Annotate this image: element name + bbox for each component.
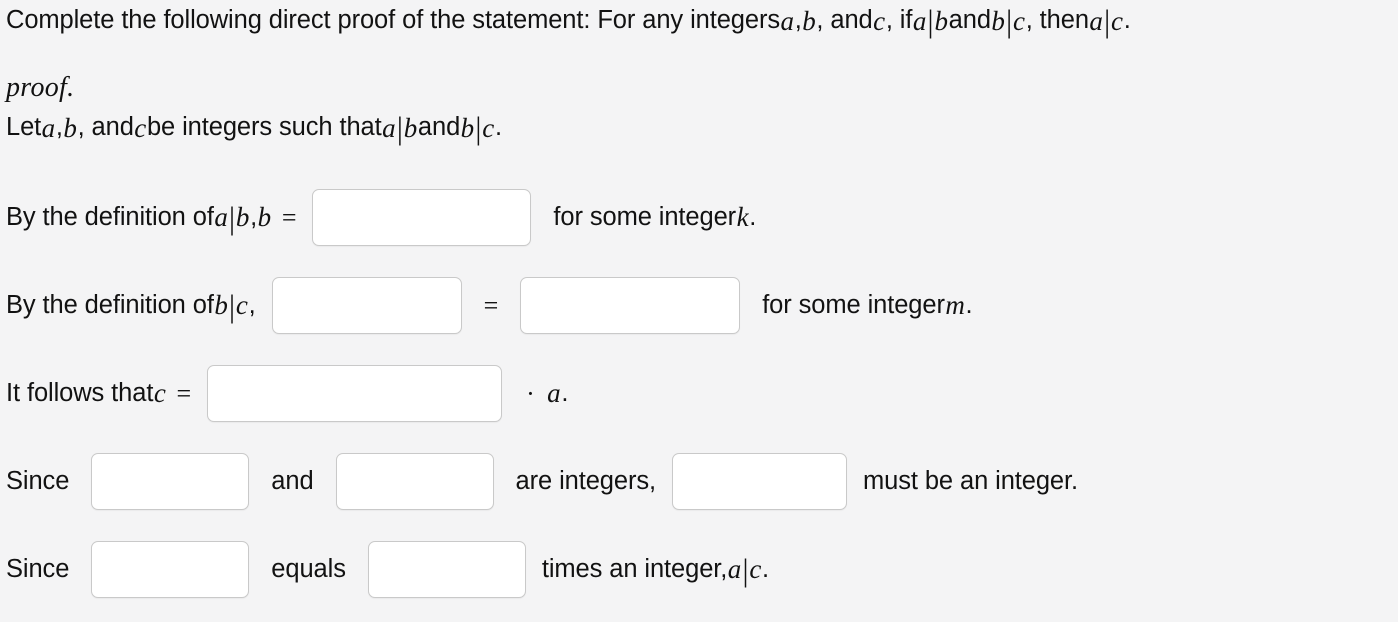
def-ab-var-b: b [235, 202, 250, 232]
since-integers-text-4: must be an integer. [863, 466, 1078, 495]
proof-heading-label: proof. [6, 72, 75, 103]
let-divides-bc-c: c [482, 112, 495, 143]
answer-blank-def-ab[interactable] [312, 189, 532, 246]
prompt-divides-bc-c: c [1013, 5, 1026, 36]
since-equals-period: . [762, 554, 770, 583]
since-equals-var-a: a [727, 554, 742, 584]
let-text-6: . [494, 113, 502, 142]
let-text-3: , and [77, 113, 134, 142]
prompt-and-text: and [948, 6, 991, 35]
answer-blank-since-equals-1[interactable] [91, 541, 250, 598]
divides-bar-icon: | [742, 552, 749, 588]
divides-bar-icon: | [396, 111, 403, 146]
let-text-5: and [417, 113, 461, 142]
let-var-a: a [41, 112, 56, 143]
let-divides-ab-a: a [382, 112, 396, 143]
def-ab-subject-b: b [257, 202, 272, 232]
proof-line-definition-bc: By the definition of b | c, = for some integ… [6, 277, 973, 334]
answer-blank-follows[interactable] [207, 365, 503, 422]
let-divides-ab-b: b [403, 112, 418, 143]
prompt-divides-ac-c: c [1111, 5, 1124, 36]
prompt-divides-ab-b: b [934, 5, 949, 36]
divides-bar-icon: | [229, 200, 235, 236]
since-equals-var-c: c [749, 554, 762, 584]
proof-line-let: Let a, b, and c be integers such that a |… [6, 111, 502, 146]
def-bc-var-c: c [235, 290, 249, 320]
divides-bar-icon: | [475, 111, 482, 146]
divides-bar-icon: | [1006, 4, 1013, 39]
def-bc-equals-sign: = [483, 290, 499, 320]
prompt-statement: Complete the following direct proof of t… [6, 4, 1131, 39]
let-var-c: c [134, 112, 147, 143]
proof-line-definition-ab: By the definition of a | b, b = for some int… [6, 189, 756, 246]
def-ab-equals-sign: = [281, 202, 297, 232]
def-bc-text-1: By the definition of [6, 290, 214, 319]
prompt-divides-bc-b: b [991, 5, 1006, 36]
def-ab-text-2: , [250, 202, 258, 231]
follows-equals-sign: = [176, 378, 192, 408]
since-equals-text-2: equals [271, 554, 346, 583]
since-equals-text-3: times an integer, [541, 554, 728, 583]
prompt-lead-text: Complete the following direct proof of t… [6, 6, 780, 35]
since-integers-text-2: and [271, 466, 314, 495]
proof-line-since-equals: Since equals times an integer, a | c. [6, 541, 769, 598]
follows-period: . [561, 378, 569, 407]
answer-blank-def-bc-right[interactable] [520, 277, 741, 334]
answer-blank-since-integers-1[interactable] [91, 453, 250, 510]
since-integers-text-3: are integers, [515, 466, 657, 495]
proof-line-since-integers: Since and are integers, must be an integer. [6, 453, 1078, 510]
let-var-b: b [63, 112, 78, 143]
def-ab-period: . [749, 202, 757, 231]
prompt-period: . [1123, 6, 1131, 35]
def-ab-text-1: By the definition of [6, 202, 214, 231]
let-divides-bc-b: b [460, 112, 475, 143]
def-bc-comma: , [248, 290, 256, 319]
def-bc-var-m: m [945, 290, 966, 320]
def-bc-text-3: for some integer [762, 290, 945, 319]
def-ab-var-k: k [736, 202, 749, 232]
let-text-2: , [55, 113, 63, 142]
prompt-then-text: , then [1025, 6, 1089, 35]
prompt-if-text: , if [885, 6, 913, 35]
divides-bar-icon: | [927, 4, 934, 39]
follows-text-1: It follows that [6, 378, 154, 407]
answer-blank-since-integers-2[interactable] [335, 453, 494, 510]
since-integers-text-1: Since [6, 466, 70, 495]
def-ab-var-a: a [214, 202, 229, 232]
follows-var-c: c [153, 378, 167, 408]
answer-blank-since-integers-3[interactable] [672, 453, 847, 510]
divides-bar-icon: | [1104, 4, 1111, 39]
let-text-1: Let [6, 113, 42, 142]
prompt-divides-ac-a: a [1089, 5, 1104, 36]
follows-var-a: a [547, 378, 561, 408]
answer-blank-since-equals-2[interactable] [367, 541, 526, 598]
let-text-4: be integers such that [146, 113, 382, 142]
def-ab-text-3: for some integer [553, 202, 737, 231]
answer-blank-def-bc-left[interactable] [271, 277, 462, 334]
prompt-comma-1: , [794, 6, 802, 35]
prompt-divides-ab-a: a [912, 5, 927, 36]
multiplication-dot-icon: · [526, 378, 535, 408]
proof-heading: proof. [6, 74, 74, 102]
prompt-comma-2: , and [816, 6, 873, 35]
since-equals-text-1: Since [6, 554, 70, 583]
prompt-var-a: a [780, 5, 795, 36]
def-bc-period: . [965, 290, 973, 319]
prompt-var-b: b [802, 5, 816, 36]
proof-line-follows: It follows that c = · a. [6, 365, 568, 422]
proof-exercise-page: Complete the following direct proof of t… [0, 0, 1398, 622]
prompt-var-c: c [873, 5, 886, 36]
divides-bar-icon: | [229, 288, 235, 324]
def-bc-var-b: b [214, 290, 229, 320]
